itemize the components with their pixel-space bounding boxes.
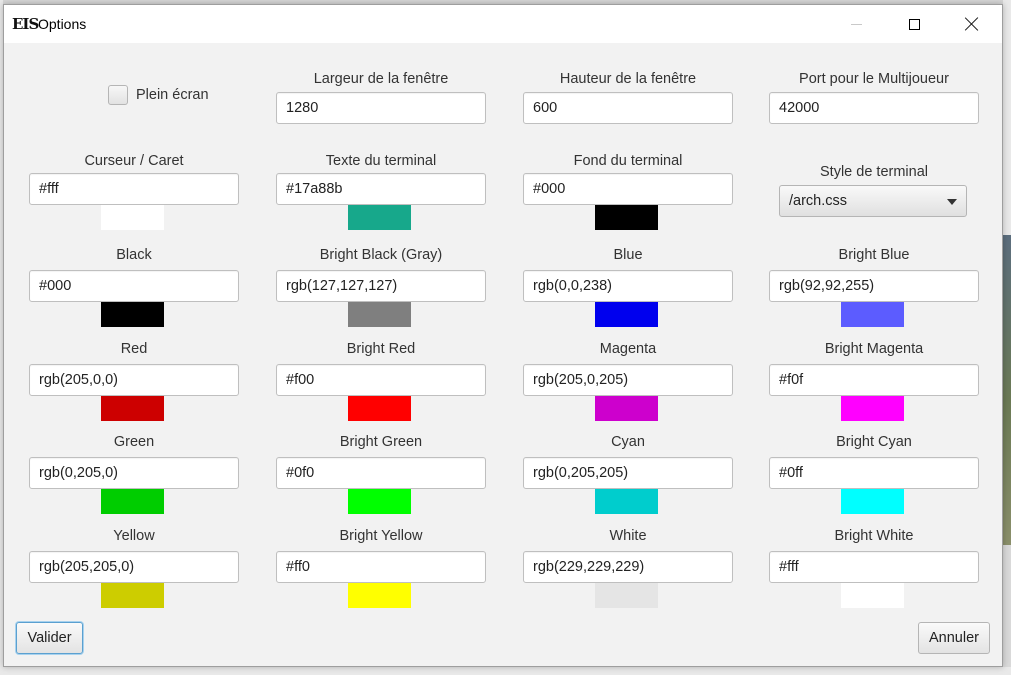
multiplayer-port-label: Port pour le Multijoueur bbox=[799, 71, 949, 87]
title-bar[interactable]: EIS Options bbox=[4, 5, 1002, 43]
color-label-blue: Blue bbox=[613, 247, 643, 263]
color-label-bright-yellow: Bright Yellow bbox=[339, 528, 423, 544]
color-input-bright-blue[interactable]: rgb(92,92,255) bbox=[769, 270, 979, 302]
color-swatch-green bbox=[101, 489, 164, 514]
color-input-bright-red[interactable]: #f00 bbox=[276, 364, 486, 396]
color-input-bright-white[interactable]: #fff bbox=[769, 551, 979, 583]
color-swatch-blue bbox=[595, 302, 658, 327]
window-height-label: Hauteur de la fenêtre bbox=[559, 71, 697, 87]
terminal-style-select[interactable]: /arch.css bbox=[779, 185, 967, 217]
terminal-style-label: Style de terminal bbox=[820, 164, 928, 180]
terminal-style-value: /arch.css bbox=[789, 193, 848, 209]
color-swatch-bright-red bbox=[348, 396, 411, 421]
color-swatch-white bbox=[595, 583, 658, 608]
color-input-bright-yellow[interactable]: #ff0 bbox=[276, 551, 486, 583]
color-label-cyan: Cyan bbox=[611, 434, 645, 450]
cancel-button[interactable]: Annuler bbox=[918, 622, 990, 654]
window-title: Options bbox=[38, 16, 87, 32]
multiplayer-port-input[interactable]: 42000 bbox=[769, 92, 979, 124]
color-swatch-bright-white bbox=[841, 583, 904, 608]
fullscreen-label: Plein écran bbox=[136, 87, 209, 103]
terminal-background-color-swatch bbox=[595, 205, 658, 230]
color-input-magenta[interactable]: rgb(205,0,205) bbox=[523, 364, 733, 396]
fullscreen-toggle[interactable]: Plein écran bbox=[108, 85, 209, 105]
color-swatch-bright-green bbox=[348, 489, 411, 514]
color-label-red: Red bbox=[120, 341, 148, 357]
terminal-background-color-input[interactable]: #000 bbox=[523, 173, 733, 205]
color-label-yellow: Yellow bbox=[113, 528, 155, 544]
color-swatch-bright-blue bbox=[841, 302, 904, 327]
close-icon bbox=[965, 17, 979, 31]
cursor-color-input[interactable]: #fff bbox=[29, 173, 239, 205]
desktop-background-right bbox=[1003, 0, 1011, 675]
window-width-label: Largeur de la fenêtre bbox=[313, 71, 449, 87]
color-swatch-yellow bbox=[101, 583, 164, 608]
color-input-red[interactable]: rgb(205,0,0) bbox=[29, 364, 239, 396]
maximize-icon bbox=[908, 18, 920, 30]
color-input-bright-green[interactable]: #0f0 bbox=[276, 457, 486, 489]
desktop-background-bottom bbox=[0, 667, 1011, 675]
window-height-input[interactable]: 600 bbox=[523, 92, 733, 124]
color-swatch-cyan bbox=[595, 489, 658, 514]
color-input-green[interactable]: rgb(0,205,0) bbox=[29, 457, 239, 489]
color-label-magenta: Magenta bbox=[599, 341, 657, 357]
options-form: Plein écran Largeur de la fenêtre 1280 H… bbox=[4, 43, 1002, 666]
cursor-color-swatch bbox=[101, 205, 164, 230]
color-swatch-bright-yellow bbox=[348, 583, 411, 608]
color-label-green: Green bbox=[113, 434, 155, 450]
options-window: EIS Options Plein écran Largeur de la fe… bbox=[3, 4, 1003, 667]
color-input-black[interactable]: #000 bbox=[29, 270, 239, 302]
fullscreen-checkbox[interactable] bbox=[108, 85, 128, 105]
color-swatch-bright-magenta bbox=[841, 396, 904, 421]
color-input-white[interactable]: rgb(229,229,229) bbox=[523, 551, 733, 583]
color-label-bright-magenta: Bright Magenta bbox=[824, 341, 924, 357]
color-input-yellow[interactable]: rgb(205,205,0) bbox=[29, 551, 239, 583]
color-input-cyan[interactable]: rgb(0,205,205) bbox=[523, 457, 733, 489]
chevron-down-icon bbox=[947, 199, 957, 205]
color-input-bright-cyan[interactable]: #0ff bbox=[769, 457, 979, 489]
terminal-text-color-swatch bbox=[348, 205, 411, 230]
color-label-bright-cyan: Bright Cyan bbox=[836, 434, 912, 450]
color-swatch-magenta bbox=[595, 396, 658, 421]
color-label-bright-green: Bright Green bbox=[339, 434, 423, 450]
color-input-bright-magenta[interactable]: #f0f bbox=[769, 364, 979, 396]
color-label-white: White bbox=[609, 528, 647, 544]
color-swatch-red bbox=[101, 396, 164, 421]
color-swatch-bright-black-gray bbox=[348, 302, 411, 327]
color-input-bright-black-gray[interactable]: rgb(127,127,127) bbox=[276, 270, 486, 302]
color-label-black: Black bbox=[116, 247, 152, 263]
color-label-bright-red: Bright Red bbox=[346, 341, 416, 357]
cursor-color-label: Curseur / Caret bbox=[84, 153, 184, 169]
close-button[interactable] bbox=[943, 5, 1001, 43]
color-label-bright-white: Bright White bbox=[834, 528, 914, 544]
terminal-text-color-input[interactable]: #17a88b bbox=[276, 173, 486, 205]
minimize-icon bbox=[850, 23, 862, 25]
terminal-text-color-label: Texte du terminal bbox=[325, 153, 437, 169]
color-label-bright-blue: Bright Blue bbox=[838, 247, 910, 263]
minimize-button[interactable] bbox=[827, 5, 885, 43]
validate-button[interactable]: Valider bbox=[16, 622, 83, 654]
color-input-blue[interactable]: rgb(0,0,238) bbox=[523, 270, 733, 302]
maximize-button[interactable] bbox=[885, 5, 943, 43]
window-width-input[interactable]: 1280 bbox=[276, 92, 486, 124]
color-swatch-black bbox=[101, 302, 164, 327]
color-swatch-bright-cyan bbox=[841, 489, 904, 514]
terminal-background-color-label: Fond du terminal bbox=[573, 153, 683, 169]
app-logo: EIS bbox=[12, 15, 39, 33]
color-label-bright-black-gray: Bright Black (Gray) bbox=[319, 247, 443, 263]
